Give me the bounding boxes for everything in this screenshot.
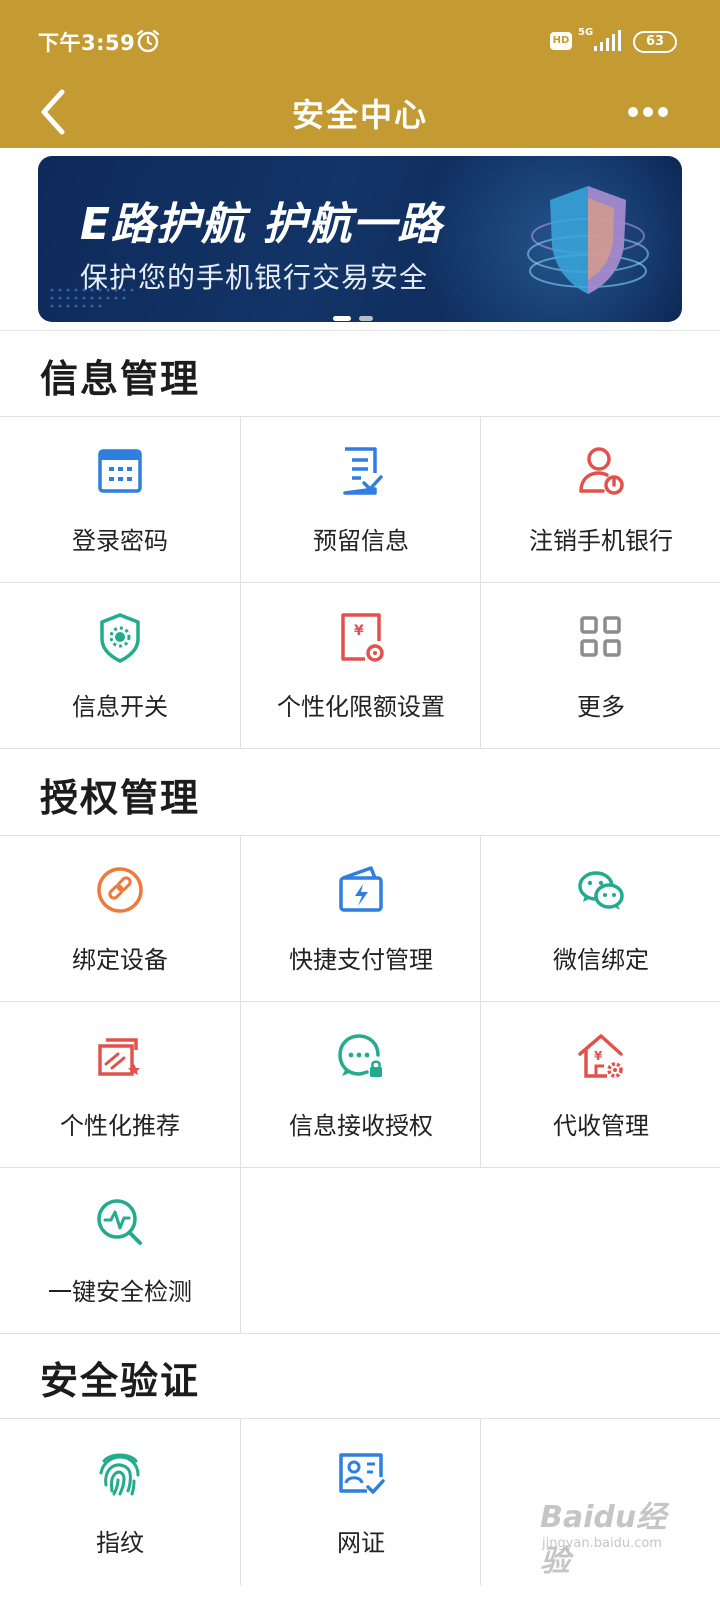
item-label: 微信绑定	[553, 946, 649, 974]
grid-row: 一键安全检测	[0, 1168, 720, 1334]
pager-dot[interactable]	[359, 316, 373, 321]
document-check-icon	[343, 447, 383, 495]
item-label: 个性化限额设置	[277, 693, 445, 721]
quick-payment-item[interactable]: 快捷支付管理	[240, 836, 480, 1002]
yuan-limit-icon: ¥	[341, 613, 384, 662]
cancel-mobile-banking-item[interactable]: 注销手机银行	[480, 417, 720, 583]
fingerprint-icon	[99, 1453, 140, 1496]
status-time: 下午3:59	[38, 31, 136, 55]
grid-row: 登录密码 预留信息 注销手机银行	[0, 417, 720, 583]
reserved-info-item[interactable]: 预留信息	[240, 417, 480, 583]
item-label: 代收管理	[553, 1112, 649, 1140]
pager-dot-active[interactable]	[333, 316, 351, 321]
message-authorization-item[interactable]: 信息接收授权	[240, 1002, 480, 1168]
message-lock-icon	[338, 1034, 382, 1077]
bind-device-item[interactable]: 绑定设备	[0, 836, 240, 1002]
status-bar: 下午3:59 HD 5G 63	[0, 0, 720, 80]
section-title-security-verification: 安全验证	[40, 1359, 201, 1403]
wechat-binding-item[interactable]: 微信绑定	[480, 836, 720, 1002]
section-title-info-management: 信息管理	[40, 357, 201, 401]
item-label: 网证	[337, 1529, 385, 1557]
banner-pager	[333, 316, 383, 322]
banner-headline: E路护航 护航一路	[80, 199, 443, 250]
login-password-item[interactable]: 登录密码	[0, 417, 240, 583]
item-label: 一键安全检测	[48, 1278, 192, 1306]
hd-badge: HD	[550, 32, 572, 50]
personalized-recommendation-item[interactable]: 个性化推荐	[0, 1002, 240, 1168]
item-label: 注销手机银行	[529, 527, 673, 555]
item-label: 更多	[577, 693, 625, 721]
authorization-management-grid: 绑定设备 快捷支付管理 微信绑定 个性化推荐 信息接收授权 ¥ 代收管理 一键安…	[0, 835, 720, 1334]
grid-row: 信息开关 ¥ 个性化限额设置 更多	[0, 583, 720, 749]
grid-more-icon	[580, 616, 621, 657]
scan-pulse-icon	[97, 1199, 142, 1245]
section-title-authorization-management: 授权管理	[40, 776, 201, 820]
battery-indicator: 63	[633, 31, 677, 53]
item-label: 预留信息	[313, 527, 409, 555]
alarm-icon	[136, 29, 160, 53]
network-type: 5G	[578, 27, 594, 38]
recommend-icon	[98, 1038, 140, 1076]
grid-row: 个性化推荐 信息接收授权 ¥ 代收管理	[0, 1002, 720, 1168]
security-check-item[interactable]: 一键安全检测	[0, 1168, 240, 1334]
shield-illustration	[527, 186, 649, 294]
e-certificate-item[interactable]: 网证	[240, 1419, 480, 1585]
dot-pattern-decoration	[50, 288, 134, 308]
shield-gear-icon	[100, 613, 140, 663]
svg-text:¥: ¥	[354, 623, 364, 639]
empty-cell	[240, 1168, 480, 1334]
grid-row: 绑定设备 快捷支付管理 微信绑定	[0, 836, 720, 1002]
custom-limit-item[interactable]: ¥ 个性化限额设置	[240, 583, 480, 749]
item-label: 绑定设备	[72, 946, 168, 974]
user-power-icon	[579, 447, 624, 495]
collection-management-item[interactable]: ¥ 代收管理	[480, 1002, 720, 1168]
fingerprint-item[interactable]: 指纹	[0, 1419, 240, 1585]
info-management-grid: 登录密码 预留信息 注销手机银行 信息开关 ¥ 个性化限额设置 更多	[0, 416, 720, 749]
wallet-bolt-icon	[339, 866, 383, 912]
promo-banner[interactable]: E路护航 护航一路 保护您的手机银行交易安全	[38, 156, 682, 322]
item-label: 快捷支付管理	[289, 946, 433, 974]
item-label: 信息开关	[72, 693, 168, 721]
keypad-icon	[98, 449, 142, 493]
watermark-url: jingyan.baidu.com	[542, 1536, 662, 1551]
more-options-icon[interactable]	[626, 98, 670, 126]
item-label: 登录密码	[72, 527, 168, 555]
item-label: 信息接收授权	[289, 1112, 433, 1140]
id-card-check-icon	[339, 1453, 385, 1494]
baidu-watermark: Baidu经验 jingyan.baidu.com	[540, 1486, 690, 1579]
item-label: 指纹	[96, 1529, 144, 1557]
wechat-icon	[578, 871, 624, 910]
item-label: 个性化推荐	[60, 1112, 180, 1140]
info-switch-item[interactable]: 信息开关	[0, 583, 240, 749]
app-header: 下午3:59 HD 5G 63 安全中心	[0, 0, 720, 148]
more-item[interactable]: 更多	[480, 583, 720, 749]
signal-icon	[594, 30, 621, 51]
house-yuan-icon: ¥	[578, 1034, 623, 1078]
page-title: 安全中心	[291, 96, 428, 134]
navigation-bar: 安全中心	[0, 80, 720, 148]
divider	[0, 330, 720, 331]
link-icon	[97, 867, 143, 913]
svg-text:¥: ¥	[594, 1049, 603, 1063]
